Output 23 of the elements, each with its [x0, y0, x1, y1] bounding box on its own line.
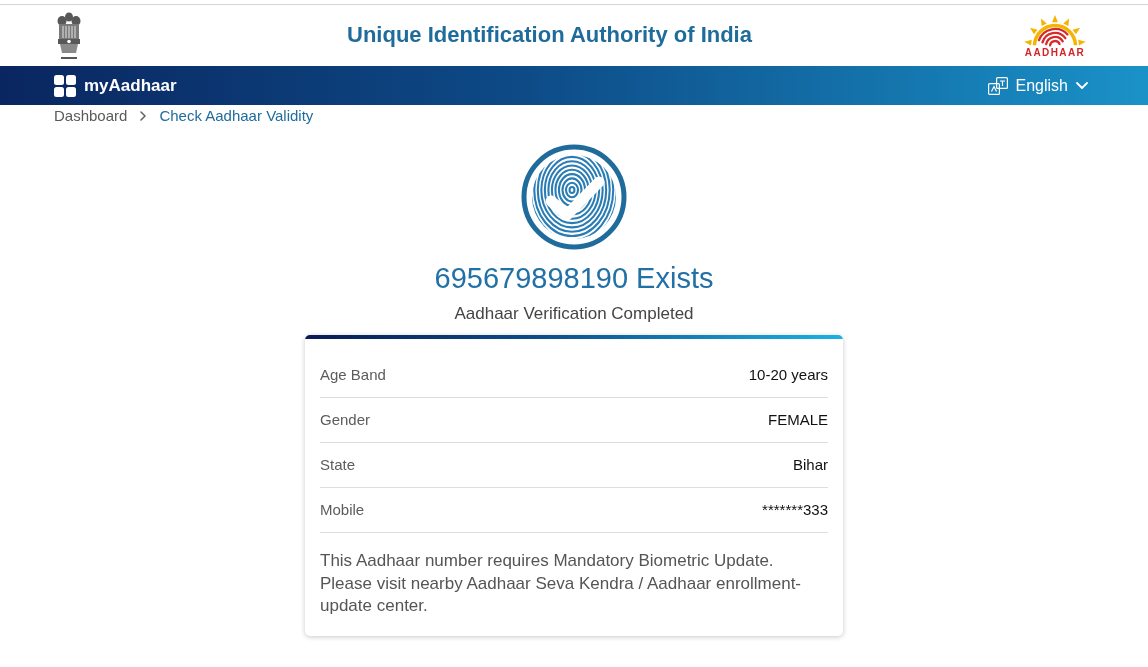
result-heading: 695679898190 Exists	[434, 261, 714, 296]
page-title: Unique Identification Authority of India	[347, 22, 752, 49]
field-label: Gender	[320, 409, 371, 430]
chevron-right-icon	[140, 111, 147, 121]
result-subheading: Aadhaar Verification Completed	[454, 303, 694, 325]
chevron-down-icon	[1076, 82, 1088, 89]
logo-wordmark: AADHAAR	[1024, 47, 1086, 58]
breadcrumb-link[interactable]: Check Aadhaar Validity	[159, 104, 314, 128]
field-value: Bihar	[792, 454, 828, 475]
fingerprint-check-icon	[521, 144, 627, 250]
grid-icon	[54, 74, 76, 97]
field-value: *******333	[762, 499, 828, 520]
notice-text: This Aadhaar number requires Mandatory Biometric Update. Please visit nearby Aadhaar Seva Kendra / Aadhaar enrollment-update center.	[320, 550, 802, 617]
translate-icon	[987, 76, 1008, 95]
field-label: Age Band	[320, 364, 386, 385]
field-label: State	[320, 454, 356, 475]
field-value: 10-20 years	[748, 364, 828, 385]
language-dropdown[interactable]: English	[983, 71, 1092, 100]
breadcrumb-link[interactable]: Dashboard	[54, 104, 128, 128]
field-label: Mobile	[320, 499, 365, 520]
emblem-icon	[55, 10, 83, 61]
field-value: FEMALE	[768, 409, 828, 430]
brand-link[interactable]: myAadhaar	[54, 72, 177, 99]
